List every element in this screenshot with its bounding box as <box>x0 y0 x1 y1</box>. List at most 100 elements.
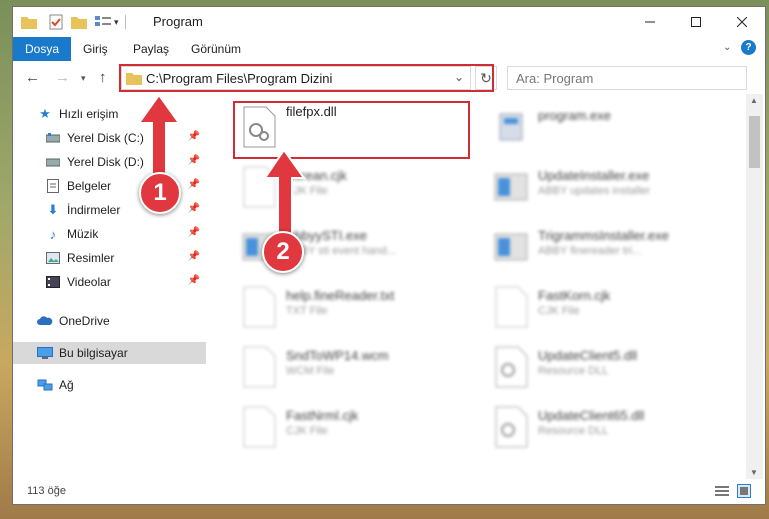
file-type: ABBY finereader tri... <box>538 245 642 257</box>
maximize-button[interactable] <box>673 7 719 37</box>
sidebar-item-label: Belgeler <box>67 179 112 193</box>
explorer-window: ▾ Program Dosya Giriş Paylaş Görünüm ⌄ ?… <box>12 6 766 505</box>
annotation-badge-2: 2 <box>262 231 304 273</box>
search-input[interactable]: Ara: Program <box>507 66 747 90</box>
file-name: UpdateClient65.dll <box>538 408 645 423</box>
pictures-icon <box>45 250 61 266</box>
file-item[interactable]: UpdateInstaller.exe ABBY updates install… <box>488 158 728 216</box>
file-type: CJK File <box>286 425 328 437</box>
tab-view[interactable]: Görünüm <box>191 42 241 56</box>
address-highlight <box>119 64 494 92</box>
documents-icon <box>45 178 61 194</box>
dll-file-icon <box>495 346 528 388</box>
file-item[interactable]: UpdateClient5.dll Resource DLL <box>488 338 728 396</box>
quick-access-toolbar: ▾ <box>21 14 131 30</box>
file-item[interactable]: SndToWP14.wcm WCM File <box>236 338 476 396</box>
tab-home[interactable]: Giriş <box>83 42 108 56</box>
sidebar-item-videos[interactable]: Videolar 📌 <box>13 271 206 293</box>
sidebar-item-onedrive[interactable]: OneDrive <box>13 310 206 332</box>
videos-icon <box>45 274 61 290</box>
file-icon <box>495 286 528 328</box>
tab-share[interactable]: Paylaş <box>133 42 169 56</box>
exe-file-icon <box>494 233 528 261</box>
star-icon: ★ <box>39 106 51 121</box>
sidebar-item-music[interactable]: ♪ Müzik 📌 <box>13 223 206 245</box>
sidebar-item-label: Hızlı erişim <box>59 107 119 121</box>
file-item[interactable]: TrigrammsInstaller.exe ABBY finereader t… <box>488 218 728 276</box>
help-icon[interactable]: ? <box>741 40 756 55</box>
file-item[interactable]: FastKorn.cjk CJK File <box>488 278 728 336</box>
file-name: UpdateClient5.dll <box>538 348 638 363</box>
music-icon: ♪ <box>49 226 57 242</box>
title-bar: ▾ Program <box>13 7 765 37</box>
network-icon <box>37 377 53 393</box>
details-view-icon[interactable] <box>715 485 729 500</box>
file-icon <box>243 346 276 388</box>
pin-icon[interactable]: 📌 <box>188 275 200 286</box>
annotation-badge-1: 1 <box>139 172 181 214</box>
sidebar-item-label: Yerel Disk (D:) <box>67 155 144 169</box>
download-icon: ⬇ <box>47 202 59 217</box>
file-item[interactable]: UpdateClient65.dll Resource DLL <box>488 398 728 456</box>
sidebar-item-label: Müzik <box>67 227 99 241</box>
scroll-down-icon[interactable]: ▼ <box>750 468 758 477</box>
sidebar-item-label: Bu bilgisayar <box>59 346 128 360</box>
pin-icon[interactable]: 📌 <box>188 251 200 262</box>
folder-icon <box>21 17 37 29</box>
file-type: Resource DLL <box>538 365 609 377</box>
file-type: ABBY updates installer <box>538 185 651 197</box>
item-count: 113 öğe <box>27 485 66 497</box>
minimize-button[interactable] <box>627 7 673 37</box>
pin-icon[interactable]: 📌 <box>188 203 200 214</box>
file-type: Resource DLL <box>538 425 609 437</box>
drive-icon <box>45 130 61 146</box>
sidebar-item-pictures[interactable]: Resimler 📌 <box>13 247 206 269</box>
computer-icon <box>37 345 53 361</box>
ribbon-tabs: Dosya Giriş Paylaş Görünüm ⌄ ? <box>13 37 765 62</box>
minimize-icon <box>645 21 655 23</box>
exe-file-icon <box>494 173 528 201</box>
new-folder-icon[interactable] <box>71 15 87 29</box>
file-item[interactable]: program.exe <box>488 98 728 156</box>
file-type: WCM File <box>286 365 335 377</box>
pin-icon[interactable]: 📌 <box>188 155 200 166</box>
back-button[interactable]: ← <box>25 69 40 86</box>
tab-file[interactable]: Dosya <box>13 37 71 61</box>
sidebar-item-label: Resimler <box>67 251 115 265</box>
file-item[interactable]: FastNrml.cjk CJK File <box>236 398 476 456</box>
scroll-up-icon[interactable]: ▲ <box>750 96 758 105</box>
file-type: TXT File <box>286 305 328 317</box>
pin-icon[interactable]: 📌 <box>188 131 200 142</box>
customize-toolbar-icon[interactable]: ▾ <box>114 17 119 28</box>
up-button[interactable]: ↑ <box>99 69 107 86</box>
file-name: FastKorn.cjk <box>538 288 611 303</box>
scrollbar-thumb[interactable] <box>749 116 760 168</box>
recent-locations-button[interactable]: ▾ <box>81 73 86 84</box>
sidebar-item-label: OneDrive <box>59 314 110 328</box>
status-bar: 113 öğe <box>13 479 765 504</box>
file-name: program.exe <box>538 108 611 123</box>
file-name: TrigrammsInstaller.exe <box>538 228 669 243</box>
sidebar-item-this-pc[interactable]: Bu bilgisayar <box>13 342 206 364</box>
file-name: FastNrml.cjk <box>286 408 359 423</box>
file-name: help.fineReader.txt <box>286 288 395 303</box>
sidebar-item-label: Ağ <box>59 378 74 392</box>
search-placeholder: Ara: Program <box>516 71 594 86</box>
file-icon <box>243 406 276 448</box>
pin-icon[interactable]: 📌 <box>188 227 200 238</box>
sidebar-item-label: Yerel Disk (C:) <box>67 131 144 145</box>
exe-file-icon <box>499 113 523 141</box>
properties-icon[interactable] <box>49 14 63 30</box>
close-button[interactable] <box>719 7 765 37</box>
view-options-icon[interactable] <box>95 15 111 29</box>
large-icons-view-icon[interactable] <box>737 484 751 501</box>
file-item[interactable]: help.fineReader.txt TXT File <box>236 278 476 336</box>
expand-ribbon-icon[interactable]: ⌄ <box>723 42 731 53</box>
vertical-scrollbar[interactable]: ▲ ▼ <box>746 94 763 479</box>
pin-icon[interactable]: 📌 <box>188 179 200 190</box>
window-title: Program <box>153 14 203 29</box>
sidebar-item-network[interactable]: Ağ <box>13 374 206 396</box>
close-icon <box>737 17 747 27</box>
forward-button[interactable]: → <box>55 69 70 86</box>
drive-icon <box>45 154 61 170</box>
